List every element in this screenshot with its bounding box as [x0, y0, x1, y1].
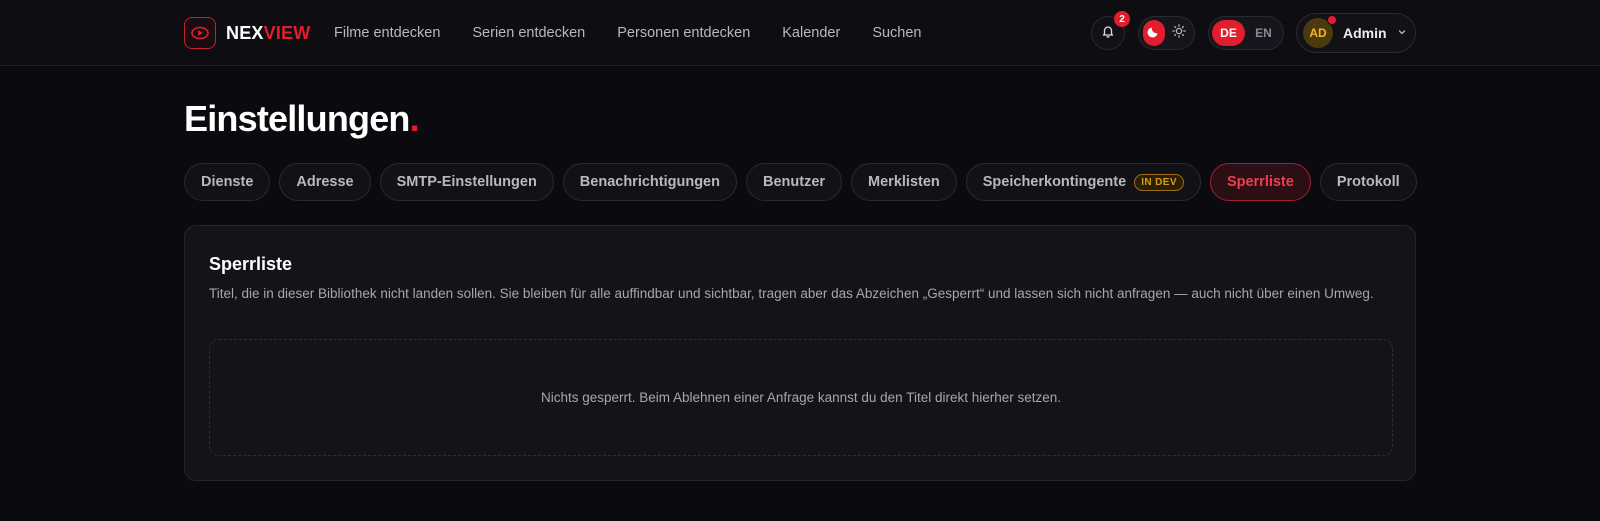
- chevron-down-icon: [1397, 24, 1407, 42]
- play-logo-icon: [184, 17, 216, 49]
- brand-name-part2: VIEW: [263, 22, 311, 43]
- tab-smtp-settings[interactable]: SMTP-Einstellungen: [379, 163, 554, 201]
- sun-icon: [1172, 23, 1187, 43]
- nav-item-people[interactable]: Personen entdecken: [601, 22, 766, 44]
- dark-mode-option[interactable]: [1143, 20, 1165, 46]
- avatar-initials: AD: [1309, 26, 1327, 40]
- settings-tabs: Dienste Adresse SMTP-Einstellungen Benac…: [184, 163, 1417, 201]
- avatar: AD: [1303, 15, 1337, 48]
- in-dev-badge: IN DEV: [1134, 173, 1184, 191]
- tab-storage-quotas-label: Speicherkontingente: [982, 174, 1127, 190]
- language-toggle[interactable]: DE EN: [1208, 16, 1284, 50]
- brand-name-part1: NEX: [226, 22, 264, 43]
- nav-item-search[interactable]: Suchen: [856, 22, 937, 44]
- tab-log[interactable]: Protokoll: [1319, 163, 1417, 201]
- bell-icon: [1101, 24, 1115, 43]
- notifications-button[interactable]: 2: [1091, 11, 1130, 50]
- language-option-en[interactable]: EN: [1247, 20, 1280, 46]
- brand-name: NEXVIEW: [226, 23, 310, 44]
- page-title: Einstellungen.: [184, 98, 420, 140]
- brand[interactable]: NEXVIEW: [184, 17, 310, 49]
- blocklist-empty-state: Nichts gesperrt. Beim Ablehnen einer Anf…: [209, 339, 1393, 456]
- user-name: Admin: [1343, 25, 1387, 41]
- tab-services[interactable]: Dienste: [184, 163, 271, 201]
- blocklist-title: Sperrliste: [209, 254, 293, 274]
- notification-count-badge: 2: [1114, 11, 1130, 27]
- language-option-de[interactable]: DE: [1212, 20, 1245, 46]
- nav-item-movies[interactable]: Filme entdecken: [334, 22, 456, 44]
- nav-item-series[interactable]: Serien entdecken: [456, 22, 601, 44]
- empty-state-text: Nichts gesperrt. Beim Ablehnen einer Anf…: [540, 390, 1062, 405]
- blocklist-description: Titel, die in dieser Bibliothek nicht la…: [209, 286, 1374, 301]
- tab-storage-quotas[interactable]: Speicherkontingente IN DEV: [965, 163, 1201, 201]
- tab-users[interactable]: Benutzer: [745, 163, 843, 201]
- moon-icon: [1147, 24, 1161, 43]
- top-bar: NEXVIEW Filme entdecken Serien entdecken…: [0, 0, 1600, 66]
- page-title-dot: .: [409, 98, 420, 139]
- tab-notifications[interactable]: Benachrichtigungen: [562, 163, 737, 201]
- tab-watchlists[interactable]: Merklisten: [851, 163, 957, 201]
- avatar-status-dot: [1327, 15, 1337, 25]
- nav-item-calendar[interactable]: Kalender: [766, 22, 856, 44]
- main-nav: Filme entdecken Serien entdecken Persone…: [334, 22, 938, 44]
- tab-blocklist[interactable]: Sperrliste: [1209, 163, 1311, 201]
- light-mode-option[interactable]: [1169, 20, 1191, 46]
- theme-toggle[interactable]: [1138, 16, 1195, 50]
- blocklist-card: Sperrliste Titel, die in dieser Biblioth…: [184, 225, 1416, 481]
- user-menu-button[interactable]: AD Admin: [1296, 13, 1416, 53]
- tab-address[interactable]: Adresse: [279, 163, 371, 201]
- page-title-text: Einstellungen: [184, 98, 410, 139]
